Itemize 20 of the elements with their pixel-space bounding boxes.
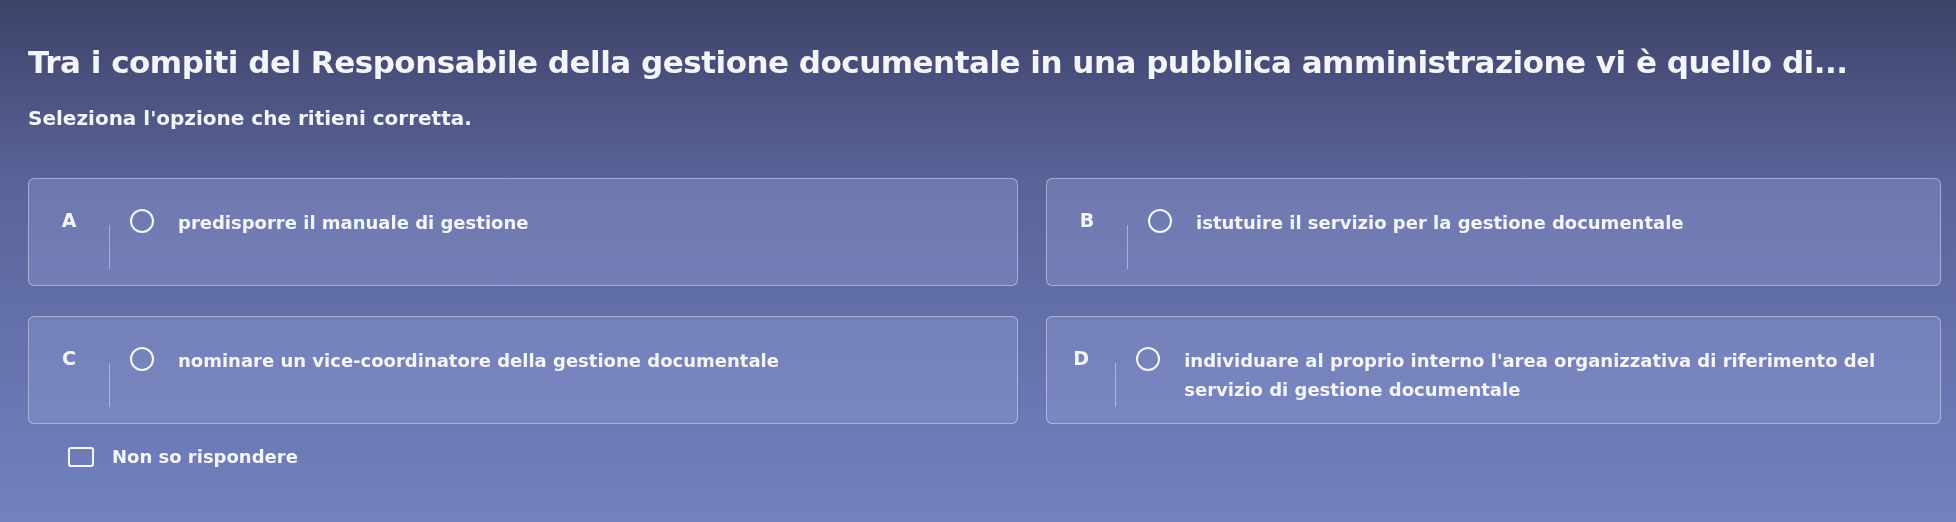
radio-button[interactable]: [130, 209, 154, 233]
option-letter: C: [61, 347, 77, 369]
radio-button[interactable]: [1136, 347, 1161, 371]
question-text: Tra i compiti del Responsabile della gestione documentale in una pubblica amministrazione vi è quello di...: [28, 44, 1849, 80]
answer-option[interactable]: A predisporre il manuale di gestione: [28, 178, 1018, 286]
option-letter: A: [60, 209, 78, 231]
instruction-text: Seleziona l'opzione che ritieni corretta.: [28, 106, 473, 130]
answer-option[interactable]: C nominare un vice-coordinatore della gestione documentale: [28, 316, 1018, 424]
option-text: istutuire il servizio per la gestione documentale: [1196, 211, 1684, 235]
option-text: predisporre il manuale di gestione: [178, 211, 529, 235]
radio-button[interactable]: [1148, 209, 1172, 233]
option-letter: B: [1078, 209, 1096, 231]
checkbox[interactable]: [68, 446, 94, 467]
option-text: individuare al proprio interno l'area organizzativa di riferimento del servizio di gestione documentale: [1184, 349, 1877, 402]
checkbox-label: Non so rispondere: [112, 446, 298, 467]
option-letter: D: [1072, 347, 1091, 369]
option-text: nominare un vice-coordinatore della gestione documentale: [178, 349, 779, 373]
answer-option[interactable]: D individuare al proprio interno l'area organizzativa di riferimento del servizio di gestione documentale: [1046, 316, 1941, 424]
answer-option[interactable]: B istutuire il servizio per la gestione documentale: [1046, 178, 1941, 286]
radio-button[interactable]: [130, 347, 154, 371]
